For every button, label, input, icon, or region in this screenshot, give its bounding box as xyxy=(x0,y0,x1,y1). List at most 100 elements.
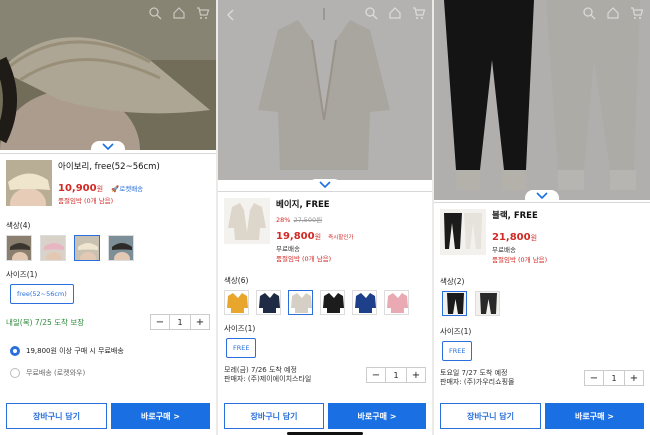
color-label: 색상(4) xyxy=(6,221,31,230)
search-icon[interactable] xyxy=(364,6,378,20)
add-to-cart-button[interactable]: 장바구니 담기 xyxy=(6,403,107,429)
pants-icon xyxy=(443,292,466,315)
seller-name: 판매자: (주)가우리쇼핑몰 xyxy=(440,378,515,387)
home-icon[interactable] xyxy=(388,6,402,20)
color-swatch[interactable] xyxy=(108,235,134,261)
product-thumbnail xyxy=(6,160,52,206)
cart-icon[interactable] xyxy=(196,6,210,20)
color-swatch[interactable] xyxy=(40,235,66,261)
shipping-info: 무료배송 xyxy=(492,246,516,254)
arrival-qty-row: 내일(목) 7/25 도착 보장 − 1 + xyxy=(0,310,216,334)
jacket-icon xyxy=(259,293,280,313)
shipping-option-free[interactable]: 19,800원 이상 구매 시 무료배송 xyxy=(0,340,216,362)
product-option-screen-3: 블랙, FREE 21,800원 무료배송 품절임박 (0개 남음) 색상(2)… xyxy=(434,0,650,435)
collapse-tab[interactable] xyxy=(308,179,342,191)
color-swatch-black[interactable] xyxy=(320,290,345,315)
option-sheet: 베이지, FREE 28% 27,500원 19,800원 즉시할인가 무료배송 … xyxy=(218,191,432,435)
color-swatch[interactable] xyxy=(6,235,32,261)
color-swatch-navy[interactable] xyxy=(256,290,281,315)
quantity-value[interactable]: 1 xyxy=(169,315,191,329)
shipping-option-label: 19,800원 이상 구매 시 무료배송 xyxy=(26,347,124,355)
stock-status: 품절임박 (0개 남음) xyxy=(276,255,332,263)
color-swatch-beige-selected[interactable] xyxy=(288,290,313,315)
option-name: 베이지, FREE xyxy=(276,200,330,210)
radio-icon xyxy=(10,368,20,378)
collapse-tab[interactable] xyxy=(91,141,125,153)
color-label: 색상(2) xyxy=(440,277,465,286)
action-buttons: 장바구니 담기 바로구매 > xyxy=(218,397,432,435)
color-swatch-selected[interactable] xyxy=(74,235,100,261)
price: 19,800원 xyxy=(276,231,322,242)
quantity-stepper[interactable]: − 1 + xyxy=(150,314,210,330)
minus-button[interactable]: − xyxy=(367,370,385,381)
plus-button[interactable]: + xyxy=(407,370,425,381)
jacket-icon xyxy=(227,293,248,313)
color-swatch-yellow[interactable] xyxy=(224,290,249,315)
cart-icon[interactable] xyxy=(412,6,426,20)
dim-overlay xyxy=(0,0,216,150)
color-swatch-black-2[interactable] xyxy=(475,291,500,316)
chevron-down-icon xyxy=(102,143,114,151)
color-swatch-black-selected[interactable] xyxy=(442,291,467,316)
quantity-stepper[interactable]: − 1 + xyxy=(366,367,426,384)
minus-button[interactable]: − xyxy=(585,373,603,384)
buy-now-button[interactable]: 바로구매 > xyxy=(111,403,210,429)
instant-discount-tag: 즉시할인가 xyxy=(328,235,354,241)
discount-rate: 28% xyxy=(276,216,291,224)
size-option[interactable]: FREE xyxy=(442,341,473,361)
option-sheet: 아이보리, free(52~56cm) 10,900원 🚀로켓배송 품절임박 (… xyxy=(0,153,216,435)
product-option-screen-1: 아이보리, free(52~56cm) 10,900원 🚀로켓배송 품절임박 (… xyxy=(0,0,216,435)
shipping-option-rocket-wow[interactable]: 무료배송 (로켓와우) xyxy=(0,362,216,384)
discount-row: 28% 27,500원 xyxy=(276,214,353,224)
color-options xyxy=(0,231,216,265)
plus-button[interactable]: + xyxy=(191,317,209,328)
add-to-cart-button[interactable]: 장바구니 담기 xyxy=(440,403,541,429)
quantity-value[interactable]: 1 xyxy=(385,368,407,383)
size-option[interactable]: free(52~56cm) xyxy=(10,284,74,304)
color-label: 색상(6) xyxy=(224,276,249,285)
shipping-info: 무료배송 xyxy=(276,245,300,253)
size-label: 사이즈(1) xyxy=(6,270,38,279)
product-option-screen-2: 베이지, FREE 28% 27,500원 19,800원 즉시할인가 무료배송 … xyxy=(218,0,432,435)
quantity-stepper[interactable]: − 1 + xyxy=(584,370,644,387)
search-icon[interactable] xyxy=(148,6,162,20)
quantity-value[interactable]: 1 xyxy=(603,371,625,386)
action-buttons: 장바구니 담기 바로구매 > xyxy=(434,397,650,435)
color-swatch-blue[interactable] xyxy=(352,290,377,315)
buy-now-button[interactable]: 바로구매 > xyxy=(545,403,644,429)
top-icons xyxy=(148,6,210,20)
color-options xyxy=(218,286,432,319)
home-icon[interactable] xyxy=(172,6,186,20)
minus-button[interactable]: − xyxy=(151,317,169,328)
plus-button[interactable]: + xyxy=(625,373,643,384)
jacket-icon xyxy=(387,293,408,313)
stock-status: 품절임박 (0개 남음) xyxy=(492,256,548,264)
cart-icon[interactable] xyxy=(630,6,644,20)
arrival-qty-row: 토요일 7/27 도착 예정 판매자: (주)가우리쇼핑몰 − 1 + xyxy=(434,365,650,392)
dim-overlay xyxy=(434,0,650,200)
price: 21,800원 xyxy=(492,232,538,243)
dim-overlay xyxy=(218,0,432,180)
back-icon[interactable] xyxy=(226,6,236,25)
product-header: 아이보리, free(52~56cm) 10,900원 🚀로켓배송 품절임박 (… xyxy=(0,154,216,212)
home-icon[interactable] xyxy=(606,6,620,20)
rocket-badge: 🚀로켓배송 xyxy=(111,185,144,193)
buy-now-button[interactable]: 바로구매 > xyxy=(328,403,426,429)
option-sheet: 블랙, FREE 21,800원 무료배송 품절임박 (0개 남음) 색상(2)… xyxy=(434,202,650,435)
collapse-tab[interactable] xyxy=(525,190,559,202)
option-name: 블랙, FREE xyxy=(492,211,538,221)
add-to-cart-button[interactable]: 장바구니 담기 xyxy=(224,403,324,429)
option-name: 아이보리, free(52~56cm) xyxy=(58,162,160,172)
chevron-down-icon xyxy=(536,192,548,200)
top-icons xyxy=(364,6,426,20)
color-swatch-pink[interactable] xyxy=(384,290,409,315)
arrival-guarantee: 내일(목) 7/25 도착 보장 xyxy=(6,317,85,327)
jacket-icon xyxy=(323,293,344,313)
product-thumbnail xyxy=(224,198,270,244)
search-icon[interactable] xyxy=(582,6,596,20)
product-thumbnail xyxy=(440,209,486,255)
radio-selected-icon xyxy=(10,346,20,356)
size-option[interactable]: FREE xyxy=(226,338,257,358)
shipping-option-label: 무료배송 (로켓와우) xyxy=(26,369,86,377)
price: 10,900원 xyxy=(58,183,104,194)
